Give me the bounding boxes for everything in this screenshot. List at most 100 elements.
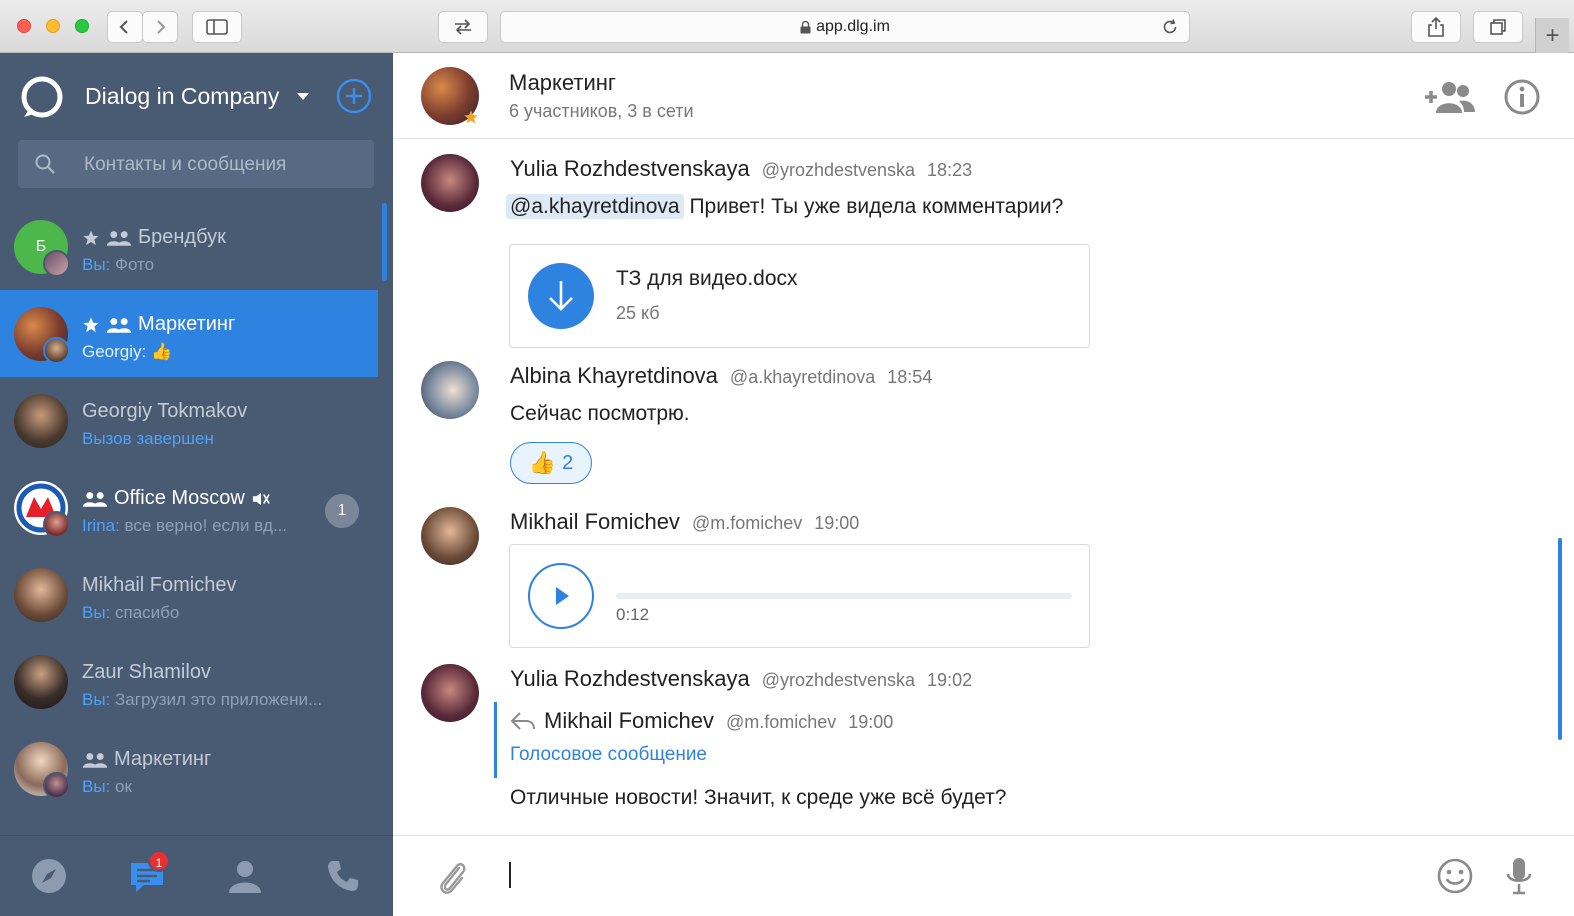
avatar[interactable] bbox=[421, 507, 479, 565]
message-author[interactable]: Yulia Rozhdestvenskaya bbox=[510, 666, 750, 692]
conversation-pane: Маркетинг 6 участников, 3 в сети Yulia R… bbox=[393, 53, 1574, 916]
sidebar: Dialog in Company Контакты и сообщения Б… bbox=[0, 53, 393, 916]
message-text: @a.khayretdinova Привет! Ты уже видела к… bbox=[506, 194, 1063, 219]
share-icon bbox=[1428, 17, 1444, 37]
add-member-icon[interactable] bbox=[1423, 79, 1477, 115]
file-attachment[interactable]: ТЗ для видео.docx 25 кб bbox=[509, 244, 1090, 348]
bottom-navigation: 1 bbox=[0, 835, 393, 916]
mention-link[interactable]: @a.khayretdinova bbox=[506, 194, 684, 219]
message-list: Yulia Rozhdestvenskaya @yrozhdestvenska … bbox=[393, 140, 1574, 833]
new-tab-button[interactable]: + bbox=[1535, 18, 1569, 53]
contacts-icon[interactable] bbox=[226, 857, 264, 895]
chat-item-marketing-2[interactable]: Маркетинг Вы: ок bbox=[0, 725, 378, 812]
star-icon bbox=[464, 110, 478, 124]
message-author[interactable]: Yulia Rozhdestvenskaya bbox=[510, 156, 750, 182]
reply-quote-text[interactable]: Голосовое сообщение bbox=[510, 744, 707, 766]
chat-name: Georgiy Tokmakov bbox=[82, 400, 248, 422]
group-icon bbox=[106, 230, 132, 246]
file-name: ТЗ для видео.docx bbox=[616, 267, 798, 290]
avatar-small bbox=[43, 250, 70, 277]
chat-name: Office Moscow bbox=[82, 487, 271, 510]
chat-item-office-moscow[interactable]: Office Moscow Irina: все верно! если вд.… bbox=[0, 464, 378, 551]
thumbs-up-icon: 👍 bbox=[528, 450, 557, 475]
conversation-header: Маркетинг 6 участников, 3 в сети bbox=[393, 53, 1574, 139]
message-author[interactable]: Mikhail Fomichev bbox=[510, 509, 680, 535]
chats-unread-badge: 1 bbox=[148, 850, 170, 872]
chevron-left-icon bbox=[119, 20, 128, 34]
company-switcher[interactable]: Dialog in Company bbox=[0, 53, 393, 141]
play-icon bbox=[556, 587, 569, 605]
attach-icon[interactable] bbox=[435, 858, 469, 898]
message-handle: @yrozhdestvenska bbox=[761, 160, 916, 180]
minimize-window-button[interactable] bbox=[46, 19, 60, 33]
chat-item-mikhail-fomichev[interactable]: Mikhail Fomichev Вы: спасибо bbox=[0, 551, 378, 638]
tab-switch-button[interactable] bbox=[438, 11, 488, 43]
download-button[interactable] bbox=[528, 263, 594, 329]
chevron-right-icon bbox=[157, 20, 166, 34]
lock-icon bbox=[800, 20, 811, 33]
new-chat-button[interactable] bbox=[336, 78, 372, 114]
chat-preview: Вызов завершен bbox=[82, 429, 214, 448]
chat-list-scrollbar[interactable] bbox=[382, 203, 387, 281]
avatar[interactable] bbox=[421, 154, 479, 212]
avatar-small bbox=[43, 337, 70, 364]
back-button[interactable] bbox=[107, 11, 143, 43]
reply-quote[interactable]: Mikhail Fomichev @m.fomichev 19:00 bbox=[510, 708, 893, 734]
download-arrow-icon bbox=[549, 281, 573, 311]
message-text: Отличные новости! Значит, к среде уже вс… bbox=[510, 786, 1007, 809]
chat-item-brandbook[interactable]: Б Брендбук Вы: Фото bbox=[0, 203, 378, 290]
message-author[interactable]: Albina Khayretdinova bbox=[510, 363, 718, 389]
star-icon bbox=[83, 317, 99, 332]
browser-toolbar: app.dlg.im + bbox=[0, 0, 1574, 53]
avatar[interactable] bbox=[421, 664, 479, 722]
caret-down-icon bbox=[297, 93, 309, 100]
chat-name: Zaur Shamilov bbox=[82, 661, 211, 683]
address-bar[interactable]: app.dlg.im bbox=[500, 11, 1190, 43]
text-cursor bbox=[509, 862, 511, 888]
chat-item-georgiy-tokmakov[interactable]: Georgiy Tokmakov Вызов завершен bbox=[0, 377, 378, 464]
chat-preview: Вы: спасибо bbox=[82, 603, 180, 622]
star-icon bbox=[83, 230, 99, 245]
play-button[interactable] bbox=[528, 563, 594, 629]
chat-preview: Вы: Загрузил это приложени... bbox=[82, 690, 323, 709]
tabs-overview-button[interactable] bbox=[1473, 11, 1523, 43]
message-header: Yulia Rozhdestvenskaya @yrozhdestvenska … bbox=[510, 666, 972, 692]
reload-icon[interactable] bbox=[1161, 18, 1179, 36]
close-window-button[interactable] bbox=[17, 19, 31, 33]
compass-icon[interactable] bbox=[30, 857, 68, 895]
unread-badge: 1 bbox=[325, 494, 359, 528]
zoom-window-button[interactable] bbox=[75, 19, 89, 33]
forward-button[interactable] bbox=[142, 11, 178, 43]
reaction-button[interactable]: 👍 2 bbox=[510, 442, 592, 484]
share-button[interactable] bbox=[1411, 11, 1461, 43]
message-list-scrollbar[interactable] bbox=[1558, 538, 1562, 740]
conversation-title[interactable]: Маркетинг bbox=[509, 70, 616, 96]
reply-author: Mikhail Fomichev bbox=[544, 708, 714, 733]
search-field[interactable]: Контакты и сообщения bbox=[18, 140, 374, 188]
message-handle: @a.khayretdinova bbox=[729, 367, 876, 387]
avatar bbox=[14, 568, 68, 622]
avatar-small bbox=[43, 772, 70, 799]
company-name: Dialog in Company bbox=[85, 83, 280, 109]
message-input[interactable] bbox=[513, 856, 1393, 896]
microphone-icon[interactable] bbox=[1505, 856, 1533, 896]
arrows-swap-icon bbox=[455, 19, 471, 35]
audio-progress-track[interactable] bbox=[616, 593, 1072, 599]
message-time: 18:54 bbox=[887, 367, 933, 387]
group-icon bbox=[82, 752, 108, 768]
message-time: 19:00 bbox=[814, 513, 860, 533]
chat-item-zaur-shamilov[interactable]: Zaur Shamilov Вы: Загрузил это приложени… bbox=[0, 638, 378, 725]
phone-icon[interactable] bbox=[324, 857, 362, 895]
reaction-count: 2 bbox=[562, 451, 574, 474]
avatar[interactable] bbox=[421, 361, 479, 419]
reply-arrow-icon bbox=[510, 712, 535, 730]
emoji-icon[interactable] bbox=[1436, 857, 1474, 895]
reply-time: 19:00 bbox=[848, 712, 894, 732]
message-time: 19:02 bbox=[927, 670, 973, 690]
message-time: 18:23 bbox=[927, 160, 973, 180]
chat-item-marketing[interactable]: Маркетинг Georgiy: 👍 bbox=[0, 290, 378, 377]
info-icon[interactable] bbox=[1503, 78, 1541, 116]
voice-message: 0:12 bbox=[509, 544, 1090, 648]
sidebar-toggle-button[interactable] bbox=[192, 11, 242, 43]
avatar-small bbox=[43, 511, 70, 538]
